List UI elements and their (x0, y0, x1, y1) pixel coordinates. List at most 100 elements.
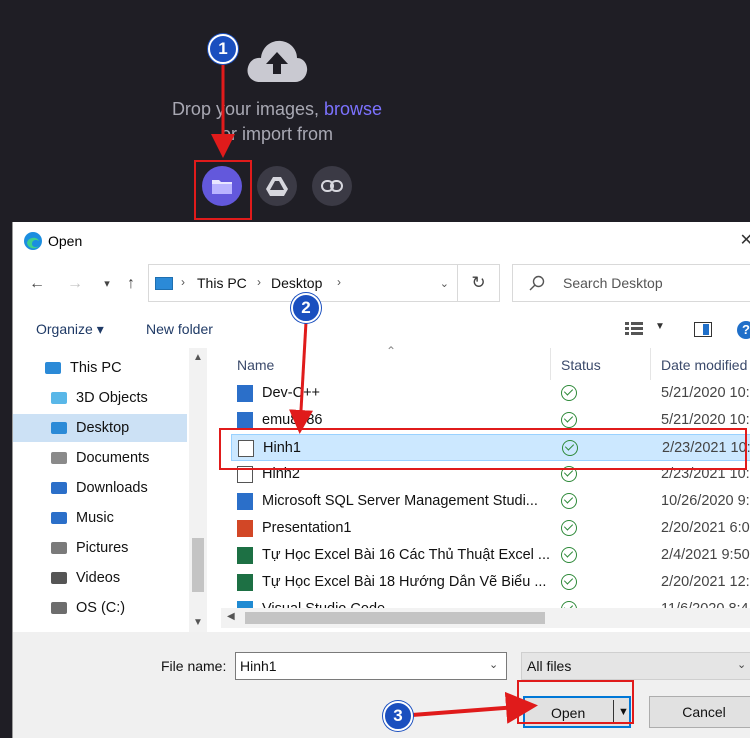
preview-pane-icon[interactable] (694, 322, 712, 337)
music-icon (49, 509, 69, 527)
file-name: Dev-C++ (262, 385, 321, 401)
column-header-date-modified[interactable]: Date modified (655, 348, 750, 380)
close-icon[interactable]: ✕ (740, 230, 750, 250)
app-shortcut-icon (237, 412, 253, 429)
nav-item-downloads[interactable]: Downloads (13, 474, 187, 502)
file-list: ⌃ Name Status Date modified Dev-C++ 5/21/… (221, 344, 750, 632)
file-list-horizontal-scrollbar[interactable]: ◀ (221, 608, 750, 628)
nav-item-label: 3D Objects (76, 390, 148, 406)
synced-status-icon (561, 520, 577, 536)
desktop-icon (49, 419, 69, 437)
import-text: or import from (220, 124, 334, 144)
file-date-modified: 2/4/2021 9:50 (661, 547, 750, 563)
file-date-modified: 2/20/2021 12: (661, 574, 750, 590)
column-header-name[interactable]: Name (231, 348, 551, 380)
chevron-right-icon: › (257, 275, 261, 289)
dialog-footer: File name: ⌄ All files ⌄ Open ▼ Cancel (13, 632, 750, 738)
excel-icon (237, 547, 253, 564)
app-shortcut-icon (237, 493, 253, 510)
forward-arrow-icon[interactable]: → (63, 272, 87, 296)
file-row[interactable]: Dev-C++ 5/21/2020 10: (231, 380, 750, 407)
device-highlight-box (194, 160, 252, 220)
synced-status-icon (561, 412, 577, 428)
nav-item-label: Desktop (76, 420, 130, 436)
file-name: Tự Học Excel Bài 16 Các Thủ Thuật Excel … (262, 547, 551, 563)
breadcrumb-desktop[interactable]: Desktop (271, 275, 322, 291)
scroll-down-icon[interactable]: ▼ (193, 617, 203, 628)
scroll-thumb[interactable] (192, 538, 204, 592)
file-date-modified: 5/21/2020 10: (661, 385, 750, 401)
refresh-button[interactable]: ↻ (458, 264, 500, 302)
pc-icon (43, 359, 63, 377)
organize-menu[interactable]: Organize ▾ (36, 321, 104, 338)
google-drive-icon (266, 177, 288, 196)
edge-browser-icon (24, 232, 42, 250)
synced-status-icon (561, 574, 577, 590)
file-type-select[interactable]: All files (521, 652, 750, 680)
nav-item-os-c[interactable]: OS (C:) (13, 594, 187, 622)
nav-item-videos[interactable]: Videos (13, 564, 187, 592)
search-icon (529, 275, 545, 291)
search-box[interactable]: Search Desktop (512, 264, 750, 302)
file-row[interactable]: Tự Học Excel Bài 16 Các Thủ Thuật Excel … (231, 542, 750, 569)
breadcrumb-this-pc[interactable]: This PC (197, 275, 247, 291)
browse-link[interactable]: browse (324, 99, 382, 119)
file-name: emu8086 (262, 412, 323, 428)
recent-locations-chevron-icon[interactable]: ▾ (95, 272, 119, 296)
nav-item-documents[interactable]: Documents (13, 444, 187, 472)
downloads-icon (49, 479, 69, 497)
chevron-right-icon: › (337, 275, 341, 289)
nav-item-pictures[interactable]: Pictures (13, 534, 187, 562)
nav-item-3d-objects[interactable]: 3D Objects (13, 384, 187, 412)
step-1-badge: 1 (208, 34, 238, 64)
nav-item-label: Pictures (76, 540, 129, 556)
new-folder-button[interactable]: New folder (146, 321, 213, 337)
drop-text: Drop your images, browse (171, 99, 383, 119)
navigation-pane: This PC 3D Objects Desktop Documents Downloa… (13, 348, 209, 632)
view-options-chevron-icon[interactable]: ▼ (655, 321, 665, 332)
synced-status-icon (561, 493, 577, 509)
file-row[interactable]: Presentation1 2/20/2021 6:0 (231, 515, 750, 542)
app-shortcut-icon (237, 385, 253, 402)
nav-item-music[interactable]: Music (13, 504, 187, 532)
scroll-thumb[interactable] (245, 612, 545, 624)
nav-pane-scrollbar[interactable]: ▲ ▼ (189, 348, 207, 632)
scroll-left-icon[interactable]: ◀ (227, 611, 235, 622)
scroll-up-icon[interactable]: ▲ (193, 352, 203, 363)
nav-item-label: Documents (76, 450, 150, 466)
step-3-badge: 3 (383, 701, 413, 731)
cloud-upload-icon (247, 40, 308, 82)
column-header-status[interactable]: Status (555, 348, 651, 380)
file-name-label: File name: (161, 658, 227, 674)
up-arrow-icon[interactable]: ↑ (119, 272, 143, 296)
help-icon[interactable]: ? (737, 321, 750, 339)
step-2-badge: 2 (291, 293, 321, 323)
file-name: Presentation1 (262, 520, 352, 536)
synced-status-icon (561, 385, 577, 401)
file-name-dropdown-icon[interactable]: ⌄ (489, 658, 498, 671)
navigation-row: ← → ▾ ↑ › This PC › Desktop › ⌄ ↻ Search… (13, 262, 750, 306)
dialog-titlebar: Open ✕ (13, 222, 750, 260)
google-drive-button[interactable] (257, 166, 297, 206)
nav-item-label: Music (76, 510, 114, 526)
file-name-input[interactable] (235, 652, 507, 680)
nav-item-desktop[interactable]: Desktop (13, 414, 187, 442)
back-arrow-icon[interactable]: ← (25, 272, 49, 296)
file-date-modified: 10/26/2020 9: (661, 493, 750, 509)
file-name: Tự Học Excel Bài 18 Hướng Dẫn Vẽ Biểu ..… (262, 574, 547, 590)
videos-icon (49, 569, 69, 587)
nav-item-this-pc[interactable]: This PC (13, 354, 187, 382)
search-placeholder: Search Desktop (563, 275, 663, 291)
file-row[interactable]: Microsoft SQL Server Management Studi...… (231, 488, 750, 515)
file-row[interactable]: Tự Học Excel Bài 18 Hướng Dẫn Vẽ Biểu ..… (231, 569, 750, 596)
file-date-modified: 5/21/2020 10: (661, 412, 750, 428)
nav-item-label: This PC (70, 360, 122, 376)
address-dropdown-icon[interactable]: ⌄ (440, 277, 449, 290)
import-link-button[interactable] (312, 166, 352, 206)
link-icon (321, 180, 343, 192)
nav-item-label: Downloads (76, 480, 148, 496)
file-type-dropdown-icon[interactable]: ⌄ (737, 658, 746, 671)
documents-icon (49, 449, 69, 467)
cancel-button[interactable]: Cancel (649, 696, 750, 728)
view-list-icon[interactable] (625, 322, 643, 336)
